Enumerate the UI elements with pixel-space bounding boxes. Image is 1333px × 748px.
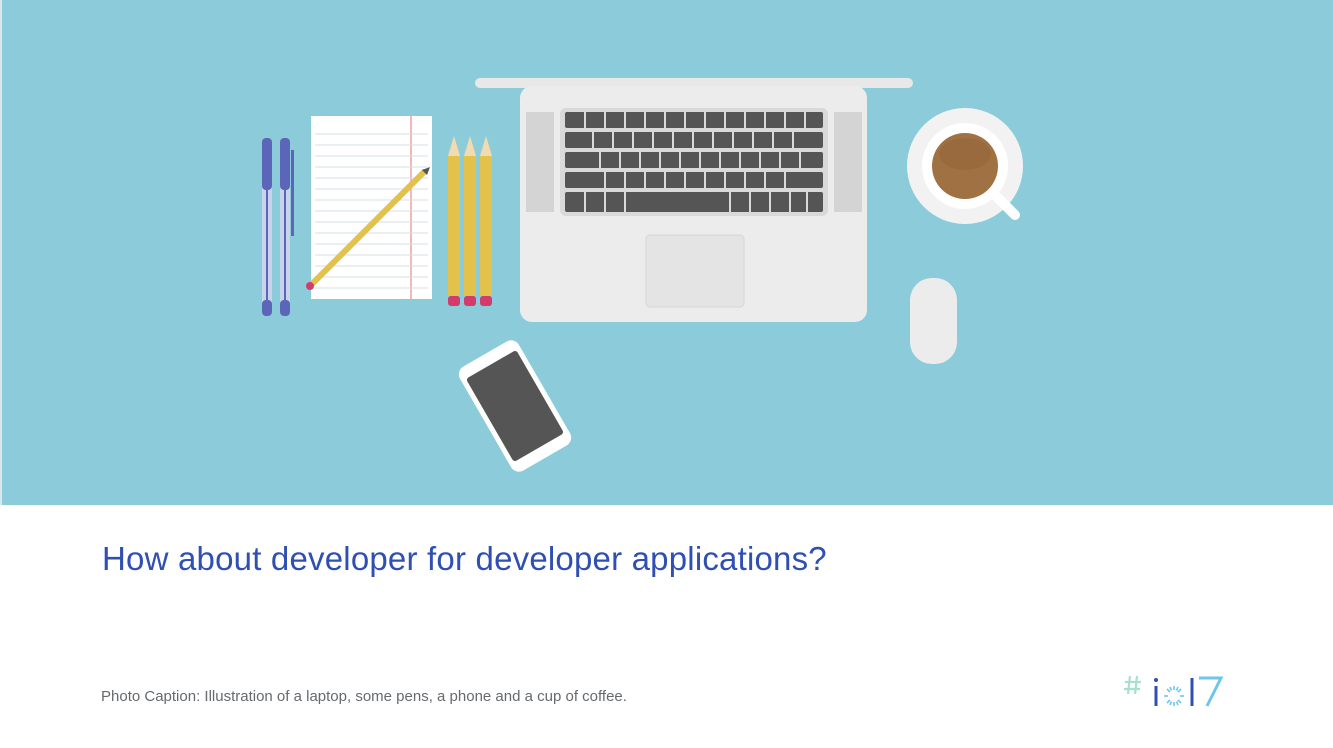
laptop-icon [475,78,913,322]
seven-digit-icon [1199,676,1224,707]
coffee-cup-icon [907,108,1023,224]
o-spark-icon [1164,686,1184,706]
i-letter-icon [1154,678,1158,706]
hash-icon [1124,675,1141,695]
slide-title: How about developer for developer applic… [102,540,827,577]
mouse-icon [910,278,957,364]
notepad-icon [306,116,432,299]
pen-icon [262,138,294,316]
photo-caption: Photo Caption: Illustration of a laptop,… [101,688,627,705]
phone-icon [458,340,572,472]
hero-illustration [0,0,1333,505]
desk-illustration [262,78,1023,472]
pencil-icon [448,136,492,306]
io17-logo [1124,675,1224,707]
